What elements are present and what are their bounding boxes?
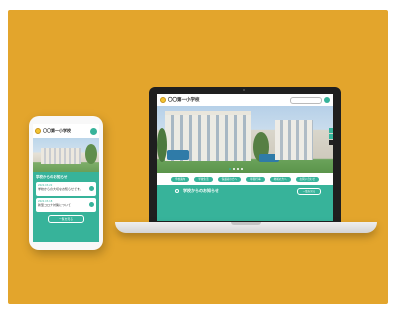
building-image	[275, 120, 313, 160]
phone-news-section: 学校からのお知らせ 2022.03.22 学校からの大切なお知らせです。 202…	[33, 172, 99, 242]
phone-list-button[interactable]: 一覧を見る	[48, 215, 84, 223]
news-text: 新型コロナ対策について	[38, 203, 71, 207]
side-button[interactable]	[329, 134, 333, 139]
laptop-base	[115, 222, 377, 233]
slider-pagination	[229, 168, 243, 170]
info-icon	[175, 189, 179, 193]
nav-item[interactable]: お問い合わせ	[295, 176, 320, 182]
smartphone-mockup: 〇〇第一小学校 学校からのお知らせ 2022.03.22 学校からの大切なお知ら…	[29, 116, 103, 250]
side-buttons	[329, 128, 333, 145]
phone-site-title: 〇〇第一小学校	[43, 128, 71, 133]
laptop-screen: 〇〇第一小学校 学校案内 学校生活 保護者の方へ 年間行事 地域の方へ お問い合…	[157, 94, 333, 221]
laptop-news-title: 学校からのお知らせ	[183, 188, 219, 193]
trackpad-notch	[231, 222, 261, 225]
pager-dot[interactable]	[241, 168, 243, 170]
news-card[interactable]: 2022.03.18 新型コロナ対策について	[36, 198, 96, 212]
pager-dot[interactable]	[237, 168, 239, 170]
phone-news-title: 学校からのお知らせ	[36, 175, 68, 179]
pager-dot[interactable]	[229, 168, 231, 170]
laptop-site-title: 〇〇第一小学校	[168, 98, 200, 103]
nav-item[interactable]: 学校生活	[194, 176, 213, 182]
canopy-image	[167, 150, 189, 160]
laptop-nav: 学校案内 学校生活 保護者の方へ 年間行事 地域の方へ お問い合わせ	[157, 173, 333, 185]
tree-image	[85, 144, 97, 164]
school-building-image	[41, 148, 81, 164]
news-card[interactable]: 2022.03.22 学校からの大切なお知らせです。	[36, 182, 96, 196]
nav-item[interactable]: 地域の方へ	[269, 176, 291, 182]
phone-screen: 〇〇第一小学校 学校からのお知らせ 2022.03.22 学校からの大切なお知ら…	[33, 124, 99, 242]
laptop-site-header: 〇〇第一小学校	[157, 94, 333, 106]
side-button[interactable]	[329, 140, 333, 145]
phone-menu-icon[interactable]	[90, 127, 97, 135]
side-button[interactable]	[329, 128, 333, 133]
nav-item[interactable]: 年間行事	[246, 176, 265, 182]
arrow-icon	[89, 186, 94, 191]
school-logo-icon	[160, 97, 166, 103]
nav-item[interactable]: 保護者の方へ	[217, 176, 242, 182]
camera-icon	[243, 89, 245, 91]
arrow-icon	[89, 202, 94, 207]
nav-item[interactable]: 学校案内	[170, 176, 190, 182]
laptop-menu-icon[interactable]	[324, 97, 330, 103]
laptop-news-section: 学校からのお知らせ 一覧を見る	[157, 185, 333, 221]
yellow-background: 〇〇第一小学校 学校からのお知らせ 2022.03.22 学校からの大切なお知ら…	[8, 10, 388, 304]
tree-image	[157, 128, 167, 162]
laptop-mockup: 〇〇第一小学校 学校案内 学校生活 保護者の方へ 年間行事 地域の方へ お問い合…	[149, 87, 341, 223]
phone-site-header: 〇〇第一小学校	[33, 124, 99, 138]
phone-hero-photo	[33, 138, 99, 172]
laptop-hero-photo	[157, 106, 333, 173]
laptop-news-button[interactable]: 一覧を見る	[297, 188, 321, 195]
school-logo-icon	[35, 128, 41, 134]
search-input[interactable]	[290, 96, 322, 104]
news-text: 学校からの大切なお知らせです。	[38, 187, 83, 191]
pager-dot[interactable]	[233, 168, 235, 170]
